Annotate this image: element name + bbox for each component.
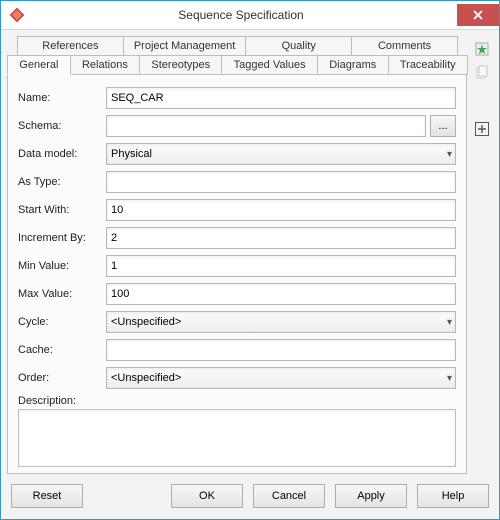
add-square-icon[interactable] — [473, 120, 491, 138]
max-value-label: Max Value: — [18, 288, 100, 300]
start-with-label: Start With: — [18, 204, 100, 216]
increment-by-label: Increment By: — [18, 232, 100, 244]
cancel-button[interactable]: Cancel — [253, 484, 325, 508]
tab-quality[interactable]: Quality — [245, 36, 352, 55]
titlebar: Sequence Specification — [1, 1, 499, 30]
window-title: Sequence Specification — [25, 8, 457, 22]
schema-input[interactable] — [106, 115, 426, 137]
cycle-value[interactable] — [106, 311, 456, 333]
data-model-label: Data model: — [18, 148, 100, 160]
start-with-input[interactable] — [106, 199, 456, 221]
name-input[interactable] — [106, 87, 456, 109]
tab-area: References Project Management Quality Co… — [7, 36, 467, 75]
tab-traceability[interactable]: Traceability — [388, 55, 468, 75]
data-model-value[interactable] — [106, 143, 456, 165]
tab-diagrams[interactable]: Diagrams — [317, 55, 389, 75]
order-label: Order: — [18, 372, 100, 384]
footer: Reset OK Cancel Apply Help — [1, 478, 499, 519]
close-button[interactable] — [457, 4, 499, 26]
tab-references[interactable]: References — [17, 36, 124, 55]
min-value-label: Min Value: — [18, 260, 100, 272]
name-label: Name: — [18, 92, 100, 104]
tab-relations[interactable]: Relations — [70, 55, 140, 75]
as-type-label: As Type: — [18, 176, 100, 188]
apply-button[interactable]: Apply — [335, 484, 407, 508]
tab-stereotypes[interactable]: Stereotypes — [139, 55, 222, 75]
chevron-down-icon: ▾ — [447, 143, 452, 165]
app-icon — [9, 7, 25, 23]
order-value[interactable] — [106, 367, 456, 389]
cache-label: Cache: — [18, 344, 100, 356]
schema-label: Schema: — [18, 120, 100, 132]
tab-project-management[interactable]: Project Management — [123, 36, 247, 55]
description-label: Description: — [18, 395, 456, 407]
data-model-combo[interactable]: ▾ — [106, 143, 456, 165]
chevron-down-icon: ▾ — [447, 311, 452, 333]
reset-button[interactable]: Reset — [11, 484, 83, 508]
pin-star-icon[interactable] — [473, 40, 491, 58]
cycle-combo[interactable]: ▾ — [106, 311, 456, 333]
min-value-input[interactable] — [106, 255, 456, 277]
increment-by-input[interactable] — [106, 227, 456, 249]
general-panel: Name: Schema: ... Data model: ▾ As Type: — [7, 74, 467, 474]
cycle-label: Cycle: — [18, 316, 100, 328]
description-textarea[interactable] — [18, 409, 456, 467]
help-button[interactable]: Help — [417, 484, 489, 508]
tab-general[interactable]: General — [7, 55, 71, 75]
copy-icon[interactable] — [473, 64, 491, 82]
ok-button[interactable]: OK — [171, 484, 243, 508]
cache-input[interactable] — [106, 339, 456, 361]
tab-comments[interactable]: Comments — [351, 36, 458, 55]
max-value-input[interactable] — [106, 283, 456, 305]
order-combo[interactable]: ▾ — [106, 367, 456, 389]
schema-browse-button[interactable]: ... — [430, 115, 456, 137]
tab-tagged-values[interactable]: Tagged Values — [221, 55, 318, 75]
as-type-input[interactable] — [106, 171, 456, 193]
chevron-down-icon: ▾ — [447, 367, 452, 389]
